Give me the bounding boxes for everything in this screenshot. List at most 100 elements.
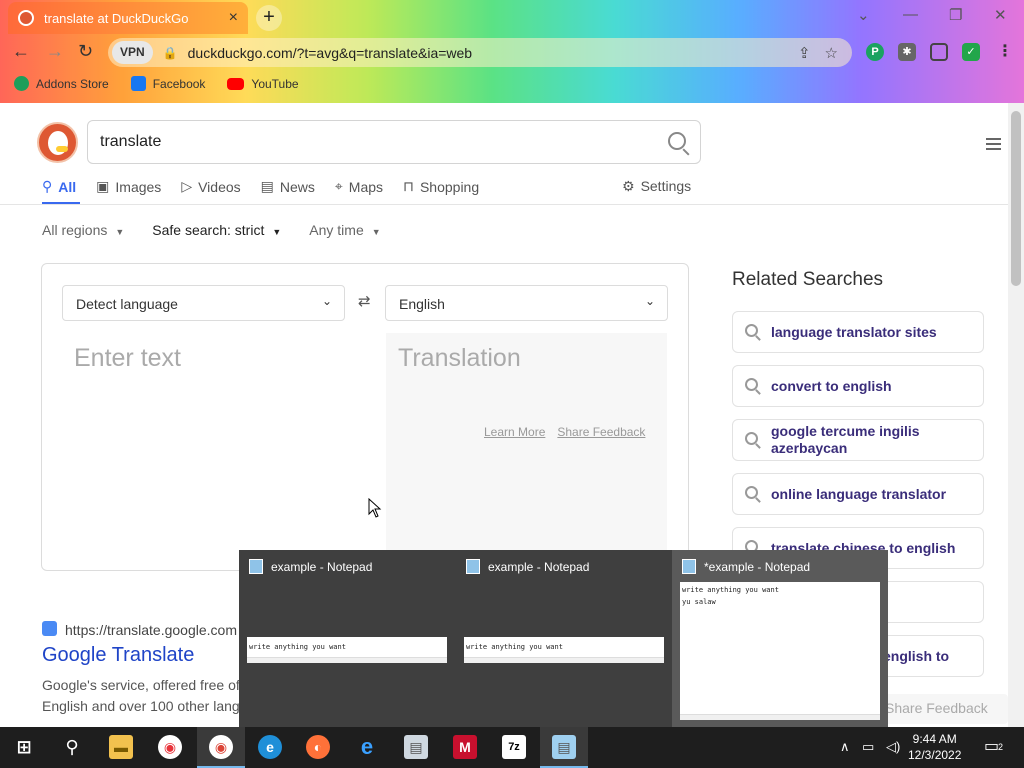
thumbnail-title-text: example - Notepad (488, 559, 590, 574)
notepad-taskbar-icon[interactable]: ▤ (404, 735, 428, 759)
related-search-item[interactable]: language translator sites (732, 311, 984, 353)
notepad-preview-text: write anything you want (682, 586, 779, 594)
tab-all[interactable]: ⚲ All (42, 178, 81, 204)
chevron-down-icon: ⌄ (644, 294, 655, 308)
thumbnail-title-text: *example - Notepad (704, 559, 811, 574)
scrollbar-thumb[interactable] (1011, 111, 1021, 286)
thumbnail-title: example - Notepad (249, 559, 372, 574)
time-filter[interactable]: Any time ▼ (309, 222, 380, 238)
bookmark-label: Addons Store (36, 76, 109, 91)
tab-search-icon[interactable]: ⌄ (857, 6, 870, 24)
firefox-icon[interactable]: ◐ (306, 735, 330, 759)
vpn-badge[interactable]: VPN (112, 41, 153, 64)
lock-icon[interactable]: 🔒 (163, 46, 178, 60)
sliders-icon: ⚙ (622, 178, 635, 194)
notification-center-icon[interactable]: ▭ (984, 736, 999, 756)
region-filter[interactable]: All regions ▼ (42, 222, 124, 238)
tray-chevron-icon[interactable]: ∧ (840, 739, 850, 755)
browser-tab[interactable]: translate at DuckDuckGo × (8, 2, 248, 34)
search-icon[interactable] (668, 132, 686, 150)
search-input[interactable]: translate (87, 120, 701, 164)
new-tab-button[interactable]: + (256, 5, 282, 31)
chrome-icon[interactable]: ◉ (209, 735, 233, 759)
tab-close-icon[interactable]: × (229, 9, 238, 27)
source-text-input[interactable]: Enter text (74, 344, 181, 373)
bookmark-youtube[interactable]: YouTube (227, 76, 299, 91)
tab-label: Maps (348, 178, 384, 195)
thumbnail-notepad-1[interactable]: example - Notepad write anything you wan… (239, 550, 455, 727)
volume-icon[interactable]: ◁) (886, 739, 900, 755)
search-icon (745, 378, 758, 391)
thumbnail-notepad-2[interactable]: example - Notepad write anything you wan… (456, 550, 672, 727)
notepad-preview: write anything you want (247, 637, 447, 663)
back-button[interactable]: ← (12, 41, 30, 62)
7zip-icon[interactable]: 7z (502, 735, 526, 759)
notepad-group-icon[interactable]: ▤ (552, 735, 576, 759)
taskbar-search-icon[interactable]: ⚲ (60, 735, 84, 759)
avg-browser-icon[interactable]: ◉ (158, 735, 182, 759)
tab-videos[interactable]: ▷ Videos (181, 178, 240, 195)
clock-date: 12/3/2022 (908, 748, 962, 762)
page-scrollbar[interactable] (1008, 103, 1024, 727)
related-search-item[interactable]: google tercume ingilis azerbaycan (732, 419, 984, 461)
thumbnail-notepad-3[interactable]: *example - Notepad write anything you wa… (672, 550, 888, 727)
search-query[interactable]: translate (100, 133, 161, 151)
network-icon[interactable]: ▭ (862, 739, 874, 755)
notepad-icon (249, 559, 263, 574)
tab-maps[interactable]: ⌖ Maps (335, 178, 383, 195)
extension-p-icon[interactable]: P (866, 43, 884, 61)
side-panel-icon[interactable] (930, 43, 948, 61)
result-url[interactable]: https://translate.google.com (65, 622, 237, 638)
file-explorer-icon[interactable]: ▬ (109, 735, 133, 759)
related-search-item[interactable]: convert to english (732, 365, 984, 407)
tab-news[interactable]: ▤ News (261, 178, 315, 195)
forward-button[interactable]: → (46, 41, 64, 62)
mcafee-icon[interactable]: M (453, 735, 477, 759)
settings-button[interactable]: ⚙ Settings (622, 178, 691, 195)
browser-menu-icon[interactable]: ⋮ (996, 43, 1014, 61)
result-title-link[interactable]: Google Translate (42, 644, 194, 667)
youtube-icon (227, 77, 245, 90)
hamburger-menu-icon[interactable] (986, 138, 1001, 153)
related-search-item[interactable]: online language translator (732, 473, 984, 515)
share-icon[interactable]: ⇪ (798, 44, 811, 62)
bookmark-label: YouTube (251, 76, 299, 91)
translator-widget: Detect language ⌄ ⇄ English ⌄ Enter text… (41, 263, 689, 571)
share-feedback-button[interactable]: Share Feedback (873, 694, 1008, 724)
learn-more-link[interactable]: Learn More (484, 425, 545, 439)
map-pin-icon: ⌖ (334, 178, 343, 194)
windows-start-icon[interactable]: ⊞ (12, 735, 36, 759)
image-icon: ▣ (96, 178, 110, 194)
facebook-icon (130, 76, 146, 91)
security-extension-icon[interactable]: ✓ (962, 43, 980, 61)
filter-label: Any time (309, 222, 364, 238)
swap-languages-icon[interactable]: ⇄ (358, 292, 371, 310)
address-bar[interactable]: VPN 🔒 duckduckgo.com/?t=avg&q=translate&… (108, 38, 852, 67)
bookmark-star-icon[interactable]: ☆ (825, 44, 838, 62)
tab-label: Shopping (419, 178, 480, 195)
tab-shopping[interactable]: ⊓ Shopping (403, 178, 479, 195)
url-text[interactable]: duckduckgo.com/?t=avg&q=translate&ia=web (188, 45, 798, 61)
source-language-select[interactable]: Detect language ⌄ (62, 285, 345, 321)
safe-search-filter[interactable]: Safe search: strict ▼ (152, 222, 281, 238)
source-language-label: Detect language (76, 296, 178, 312)
chevron-down-icon: ⌄ (321, 294, 332, 308)
minimize-button[interactable]: — (903, 6, 918, 23)
bookmark-facebook[interactable]: Facebook (130, 76, 205, 91)
shopping-bag-icon: ⊓ (403, 178, 414, 194)
taskbar-clock[interactable]: 9:44 AM 12/3/2022 (908, 731, 961, 763)
edge-icon[interactable]: e (258, 735, 282, 759)
bookmarks-bar: Addons Store Facebook YouTube (14, 76, 299, 91)
target-language-select[interactable]: English ⌄ (385, 285, 668, 321)
reload-button[interactable]: ↻ (78, 41, 93, 62)
close-window-button[interactable]: ✕ (994, 6, 1007, 24)
restore-button[interactable]: ❐ (949, 6, 962, 24)
tab-images[interactable]: ▣ Images (96, 178, 161, 195)
share-feedback-link[interactable]: Share Feedback (557, 425, 645, 439)
filter-label: Safe search: strict (152, 222, 265, 238)
internet-explorer-icon[interactable]: e (355, 735, 379, 759)
tab-label: News (279, 178, 315, 195)
bookmark-addons-store[interactable]: Addons Store (14, 76, 109, 91)
duckduckgo-logo[interactable] (37, 122, 78, 163)
extensions-puzzle-icon[interactable]: ✱ (898, 43, 916, 61)
